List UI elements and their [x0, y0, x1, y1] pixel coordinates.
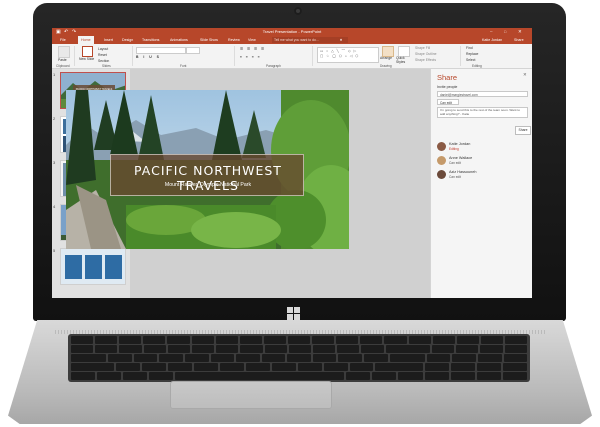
keyboard: [68, 334, 530, 382]
ribbon-separator: [132, 46, 133, 66]
share-header-button[interactable]: Share: [514, 36, 524, 44]
key-row: [68, 345, 530, 353]
webcam: [294, 7, 302, 15]
tab-slide-show[interactable]: Slide Show: [200, 36, 218, 44]
ribbon-separator: [74, 46, 75, 66]
current-slide[interactable]: PACIFIC NORTHWEST TRAVELS Mount Rainier,…: [66, 90, 349, 249]
undo-icon[interactable]: ↶: [64, 28, 68, 36]
slide-number: 3: [53, 160, 56, 165]
lightbulb-icon: ♦: [340, 37, 343, 42]
group-label-drawing: Drawing: [380, 64, 392, 68]
window-title: Travel Presentation - PowerPoint: [52, 28, 532, 36]
key-row: [68, 372, 530, 380]
person-name: Katie Jordan: [449, 142, 471, 146]
shared-person[interactable]: Aziz Hassouneh Can edit: [437, 169, 529, 181]
person-status: Can edit: [449, 161, 461, 165]
invite-message-field[interactable]: I'm going to send this to the rest of th…: [437, 107, 528, 118]
avatar: [437, 156, 446, 165]
avatar: [437, 170, 446, 179]
person-name: Aziz Hassouneh: [449, 170, 477, 174]
shared-person[interactable]: Katie Jordan Editing: [437, 141, 529, 153]
shape-effects-button[interactable]: Shape Effects: [415, 58, 436, 62]
group-label-slides: Slides: [102, 64, 111, 68]
group-label-font: Font: [180, 64, 187, 68]
powerpoint-window: Travel Presentation - PowerPoint ▣ ↶ ↷ ─…: [52, 28, 532, 298]
select-button[interactable]: Select: [466, 58, 475, 62]
ribbon-separator: [460, 46, 461, 66]
section-button[interactable]: Section: [98, 59, 109, 63]
windows-logo-icon: [287, 307, 300, 320]
tab-view[interactable]: View: [248, 36, 256, 44]
new-slide-button[interactable]: New Slide: [79, 57, 95, 61]
person-name: Anne Wallace: [449, 156, 473, 160]
tab-insert[interactable]: Insert: [104, 36, 113, 44]
slide-number: 4: [53, 204, 56, 209]
permission-dropdown[interactable]: Can edit: [437, 99, 459, 105]
key-row: [68, 336, 530, 344]
slide-number: 2: [53, 116, 56, 121]
share-pane-title: Share: [437, 73, 458, 82]
slide-title: PACIFIC NORTHWEST TRAVELS: [134, 163, 282, 193]
shapes-row-2: ▢ ☆ ◯ ⬠ ⌂ ◁ ⬡: [320, 54, 360, 58]
redo-icon[interactable]: ↷: [72, 28, 76, 36]
shared-person[interactable]: Anne Wallace Can edit: [437, 155, 529, 167]
key-row: [68, 363, 530, 371]
font-style-buttons[interactable]: B I U S: [136, 55, 161, 59]
shape-outline-button[interactable]: Shape Outline: [415, 52, 437, 56]
ribbon-separator: [234, 46, 235, 66]
tab-design[interactable]: Design: [122, 36, 133, 44]
save-icon[interactable]: ▣: [56, 28, 61, 36]
arrange-button[interactable]: Arrange: [380, 56, 392, 60]
slide-subtitle: Mount Rainier, Olympic National Park: [164, 182, 252, 188]
group-label-editing: Editing: [472, 64, 482, 68]
share-button[interactable]: Share: [515, 126, 531, 135]
alignment-buttons[interactable]: ≡ ≡ ≡ ≡: [240, 55, 261, 59]
paste-icon[interactable]: [58, 46, 70, 58]
tab-review[interactable]: Review: [228, 36, 240, 44]
shapes-row-1: ▭ ○ △ ╲ ⌒ ◇ ▷: [320, 49, 358, 53]
slide-title-box[interactable]: PACIFIC NORTHWEST TRAVELS Mount Rainier,…: [110, 154, 304, 196]
person-status: Can edit: [449, 175, 461, 179]
close-pane-icon[interactable]: ✕: [523, 72, 527, 78]
close-icon[interactable]: ✕: [518, 28, 522, 36]
invite-email-field[interactable]: daniel@margiestravel.com: [437, 91, 528, 97]
group-label-clipboard: Clipboard: [56, 64, 70, 68]
reset-button[interactable]: Reset: [98, 53, 107, 57]
new-slide-icon[interactable]: [82, 46, 93, 57]
slide-5-image: [61, 249, 125, 284]
font-name-select[interactable]: [136, 47, 186, 54]
quick-styles-button[interactable]: Quick Styles: [396, 56, 412, 64]
invite-label: Invite people: [437, 85, 458, 89]
slide-number: 5: [53, 248, 56, 253]
find-button[interactable]: Find: [466, 46, 473, 50]
group-label-paragraph: Paragraph: [266, 64, 281, 68]
user-name[interactable]: Katie Jordan: [482, 36, 502, 44]
layout-button[interactable]: Layout: [98, 47, 108, 51]
paste-button[interactable]: Paste: [58, 58, 67, 62]
slide-number: 1: [53, 72, 56, 77]
replace-button[interactable]: Replace: [466, 52, 478, 56]
maximize-icon[interactable]: □: [504, 28, 506, 36]
tab-transitions[interactable]: Transitions: [142, 36, 159, 44]
share-pane: Share ✕ Invite people daniel@margiestrav…: [430, 69, 532, 298]
tab-file[interactable]: File: [60, 36, 66, 44]
key-row: [68, 354, 530, 362]
tab-animations[interactable]: Animations: [170, 36, 188, 44]
tab-home[interactable]: Home: [78, 36, 94, 44]
shape-fill-button[interactable]: Shape Fill: [415, 46, 430, 50]
person-status: Editing: [449, 147, 459, 151]
touchpad: [170, 381, 332, 409]
avatar: [437, 142, 446, 151]
ribbon-separator: [312, 46, 313, 66]
paragraph-buttons[interactable]: ☰ ☰ ☰ ☰: [240, 47, 266, 51]
font-size-select[interactable]: [186, 47, 200, 54]
minimize-icon[interactable]: ─: [490, 28, 492, 36]
tell-me-box[interactable]: Tell me what you want to do...: [272, 37, 348, 43]
slide-thumbnail-5[interactable]: [60, 248, 126, 285]
